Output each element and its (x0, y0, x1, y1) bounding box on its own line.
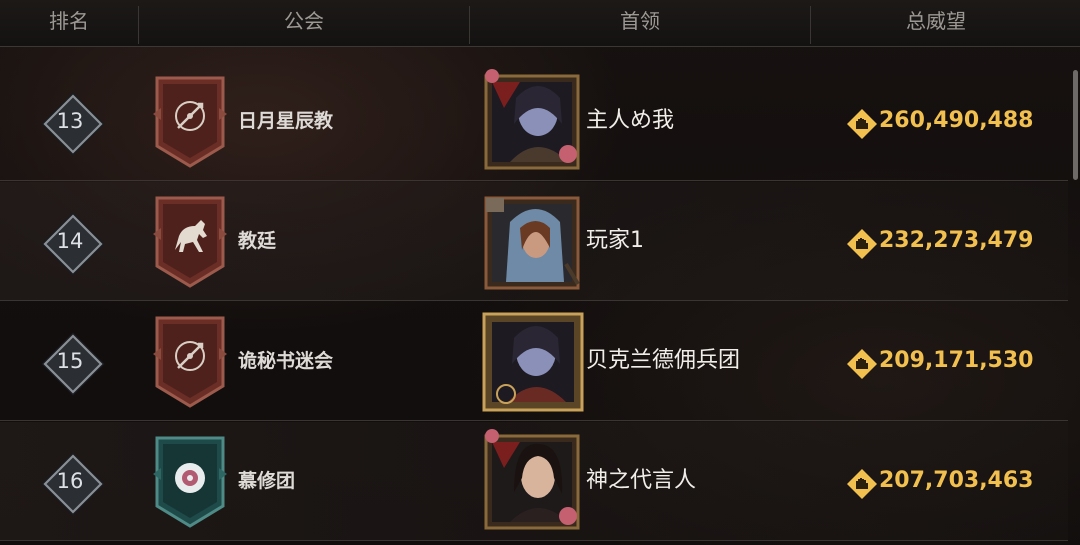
rank-badge: 15 (43, 334, 103, 394)
table-row[interactable]: 16 慕修团 神之代言人 207,703,463 (0, 422, 1068, 541)
leader-name[interactable]: 玩家1 (586, 182, 644, 300)
rank-badge: 16 (43, 454, 103, 514)
table-header: 排名 公会 首领 总威望 (0, 0, 1080, 47)
blue-elf-portrait-icon[interactable] (480, 308, 586, 416)
rank-number: 14 (56, 229, 84, 253)
hooded-ranger-portrait-icon[interactable] (480, 188, 586, 296)
rank-number: 16 (56, 469, 84, 493)
table-row[interactable]: 13 日月星辰教 主人め我 260,490,488 (0, 62, 1068, 181)
header-prestige: 总威望 (906, 9, 966, 33)
guild-name[interactable]: 日月星辰教 (238, 62, 333, 180)
rank-number: 13 (56, 109, 84, 133)
blue-elf-portrait-icon[interactable] (480, 68, 586, 176)
guild-banner-compass-icon (153, 76, 227, 168)
header-rank: 排名 (49, 9, 89, 33)
prestige-value: 260,490,488 (879, 108, 1034, 133)
prestige-icon (847, 349, 877, 379)
table-row[interactable]: 15 诡秘书迷会 贝克兰德佣兵团 209,171,530 (0, 302, 1068, 421)
rank-badge: 14 (43, 214, 103, 274)
guild-name[interactable]: 慕修团 (238, 422, 295, 540)
leader-name[interactable]: 神之代言人 (586, 422, 696, 540)
leader-name[interactable]: 主人め我 (586, 62, 674, 180)
header-guild: 公会 (284, 9, 324, 33)
rank-badge: 13 (43, 94, 103, 154)
scrollbar[interactable] (1073, 70, 1078, 180)
guild-banner-compass-icon (153, 316, 227, 408)
guild-banner-horse-icon (153, 196, 227, 288)
dark-hair-woman-portrait-icon[interactable] (480, 428, 586, 536)
guild-name[interactable]: 诡秘书迷会 (238, 302, 333, 420)
rank-number: 15 (56, 349, 84, 373)
header-leader: 首领 (620, 9, 660, 33)
prestige-value: 209,171,530 (879, 348, 1034, 373)
prestige-icon (847, 229, 877, 259)
prestige-icon (847, 469, 877, 499)
prestige-icon (847, 109, 877, 139)
guild-banner-flower-icon (153, 436, 227, 528)
guild-ranking-page: 排名 公会 首领 总威望 13 日月星辰教 主人め我 260,490,488 1… (0, 0, 1080, 545)
prestige-value: 232,273,479 (879, 228, 1034, 253)
guild-name[interactable]: 教廷 (238, 182, 276, 300)
prestige-value: 207,703,463 (879, 468, 1034, 493)
leader-name[interactable]: 贝克兰德佣兵团 (586, 302, 740, 420)
table-row[interactable]: 14 教廷 玩家1 232,273,479 (0, 182, 1068, 301)
